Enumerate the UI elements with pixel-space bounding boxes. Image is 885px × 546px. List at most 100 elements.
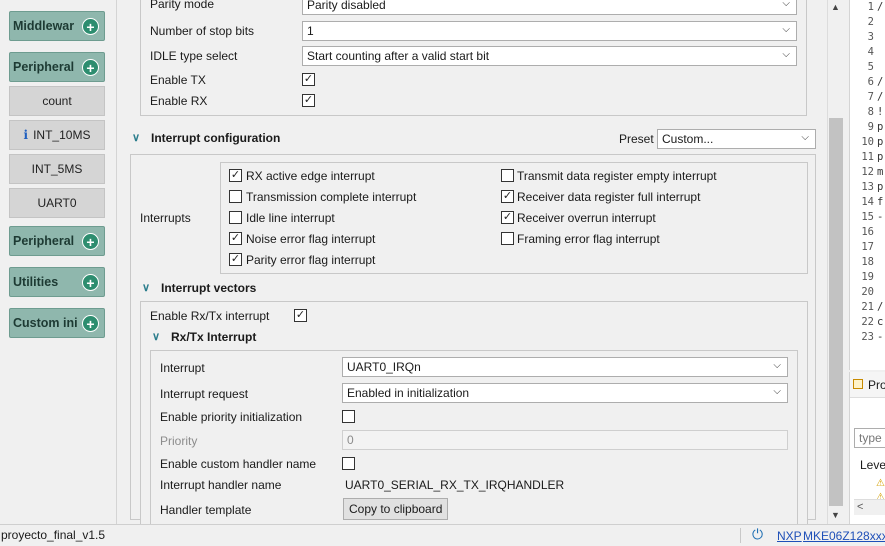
code-text: / <box>877 301 884 313</box>
rx-overrun-checkbox[interactable]: ✓ <box>501 211 514 224</box>
parity-error-checkbox[interactable]: ✓ <box>229 253 242 266</box>
interrupt-request-label: Interrupt request <box>160 387 249 401</box>
vendor-link[interactable]: NXP <box>777 529 802 543</box>
code-line: 4 <box>852 46 885 58</box>
enable-rx-checkbox[interactable]: ✓ <box>302 94 315 107</box>
component-label: INT_5MS <box>31 162 83 176</box>
line-number: 18 <box>861 256 874 268</box>
collapse-chevron-icon[interactable]: ∨ <box>132 131 140 144</box>
transmission-complete-checkbox[interactable] <box>229 190 242 203</box>
code-line: 7/ <box>852 91 885 103</box>
noise-error-label: Noise error flag interrupt <box>246 232 376 246</box>
line-number: 2 <box>867 16 874 28</box>
category-middleware[interactable]: Middlewar + <box>9 11 105 41</box>
component-settings-panel: Parity mode Parity disabled ⌵ Number of … <box>119 0 826 528</box>
chevron-down-icon: ⌵ <box>773 360 781 371</box>
code-line: 14 f <box>852 196 885 208</box>
code-line: 23- <box>852 331 885 343</box>
custom-handler-checkbox[interactable] <box>342 457 355 470</box>
category-label: Middlewar <box>13 19 75 33</box>
category-peripheral-drivers[interactable]: Peripheral + <box>9 226 105 256</box>
problems-tab[interactable]: Pro <box>850 372 885 398</box>
add-icon[interactable]: + <box>82 17 99 35</box>
component-count[interactable]: count <box>9 86 105 116</box>
interrupt-request-value: Enabled in initialization <box>347 386 470 400</box>
interrupt-select[interactable]: UART0_IRQn ⌵ <box>342 357 788 377</box>
rx-active-edge-checkbox[interactable]: ✓ <box>229 169 242 182</box>
idle-line-checkbox[interactable] <box>229 211 242 224</box>
add-icon[interactable]: + <box>82 58 99 76</box>
collapse-chevron-icon[interactable]: ∨ <box>142 281 150 294</box>
noise-error-checkbox[interactable]: ✓ <box>229 232 242 245</box>
interrupt-config-title: Interrupt configuration <box>151 131 281 145</box>
code-line: 12 m <box>852 166 885 178</box>
interrupt-value: UART0_IRQn <box>347 360 421 374</box>
handler-name-value: UART0_SERIAL_RX_TX_IRQHANDLER <box>345 478 565 492</box>
priority-init-label: Enable priority initialization <box>160 410 303 424</box>
idle-type-select[interactable]: Start counting after a valid start bit ⌵ <box>302 46 797 66</box>
problems-filter-input[interactable]: type <box>854 428 885 448</box>
code-line: 8! <box>852 106 885 118</box>
scrollbar-thumb[interactable] <box>829 118 843 506</box>
add-icon[interactable]: + <box>82 273 99 291</box>
custom-handler-label: Enable custom handler name <box>160 457 317 471</box>
preset-label: Preset <box>619 132 654 146</box>
component-label: UART0 <box>37 196 77 210</box>
stop-bits-select[interactable]: 1 ⌵ <box>302 21 797 41</box>
collapse-chevron-icon[interactable]: ∨ <box>152 330 160 343</box>
enable-rxtx-label: Enable Rx/Tx interrupt <box>150 309 270 323</box>
warning-icon: ⚠ <box>876 478 885 489</box>
code-line: 16 <box>852 226 885 238</box>
transmission-complete-label: Transmission complete interrupt <box>246 190 417 204</box>
line-number: 8 <box>867 106 874 118</box>
code-text: ! <box>877 106 884 118</box>
code-line: 3 <box>852 31 885 43</box>
vertical-scrollbar[interactable]: ▲ ▼ <box>827 0 844 524</box>
tx-data-empty-checkbox[interactable] <box>501 169 514 182</box>
rx-data-full-checkbox[interactable]: ✓ <box>501 190 514 203</box>
handler-template-label: Handler template <box>160 503 252 517</box>
code-line: 20 <box>852 286 885 298</box>
power-icon[interactable]: ⏻ <box>752 526 763 543</box>
code-line: 10 p <box>852 136 885 148</box>
copy-to-clipboard-button[interactable]: Copy to clipboard <box>343 498 449 520</box>
line-number: 20 <box>861 286 874 298</box>
category-utilities[interactable]: Utilities + <box>9 267 105 297</box>
category-custom-init[interactable]: Custom ini + <box>9 308 105 338</box>
problems-icon <box>853 379 863 389</box>
category-peripheral[interactable]: Peripheral + <box>9 52 105 82</box>
scroll-down-icon[interactable]: ▼ <box>831 510 840 520</box>
line-number: 17 <box>861 241 874 253</box>
component-uart0[interactable]: UART0 <box>9 188 105 218</box>
priority-init-checkbox[interactable] <box>342 410 355 423</box>
rxtx-interrupt-title: Rx/Tx Interrupt <box>171 330 257 344</box>
code-text: p <box>877 136 884 148</box>
chevron-down-icon: ⌵ <box>773 386 781 397</box>
preset-select[interactable]: Custom... ⌵ <box>657 129 816 149</box>
line-number: 12 <box>861 166 874 178</box>
line-number: 15 <box>861 211 874 223</box>
add-icon[interactable]: + <box>82 314 99 332</box>
level-column-header[interactable]: Leve <box>860 458 885 472</box>
scroll-left-icon[interactable]: < <box>857 501 863 513</box>
parity-error-label: Parity error flag interrupt <box>246 253 376 267</box>
code-editor-panel[interactable]: 1/2 3 4 5 6/7/8! 9 p 10 p 11 p 12 m 13 p 14 f 15-16 17 18 19… <box>849 0 885 370</box>
priority-label: Priority <box>160 434 198 448</box>
interrupt-request-select[interactable]: Enabled in initialization ⌵ <box>342 383 788 403</box>
problems-hscrollbar[interactable]: < <box>854 499 885 515</box>
scroll-up-icon[interactable]: ▲ <box>831 2 840 12</box>
line-number: 16 <box>861 226 874 238</box>
enable-tx-checkbox[interactable]: ✓ <box>302 73 315 86</box>
parity-mode-value: Parity disabled <box>307 0 386 12</box>
component-int-5ms[interactable]: INT_5MS <box>9 154 105 184</box>
device-link[interactable]: MKE06Z128xxx4 <box>803 529 885 543</box>
framing-error-checkbox[interactable] <box>501 232 514 245</box>
code-line: 22 c <box>852 316 885 328</box>
line-number: 22 <box>861 316 874 328</box>
parity-mode-select[interactable]: Parity disabled ⌵ <box>302 0 797 15</box>
enable-rxtx-checkbox[interactable]: ✓ <box>294 309 307 322</box>
code-line: 11 p <box>852 151 885 163</box>
add-icon[interactable]: + <box>82 232 99 250</box>
component-int-10ms[interactable]: i INT_10MS <box>9 120 105 150</box>
line-number: 5 <box>867 61 874 73</box>
